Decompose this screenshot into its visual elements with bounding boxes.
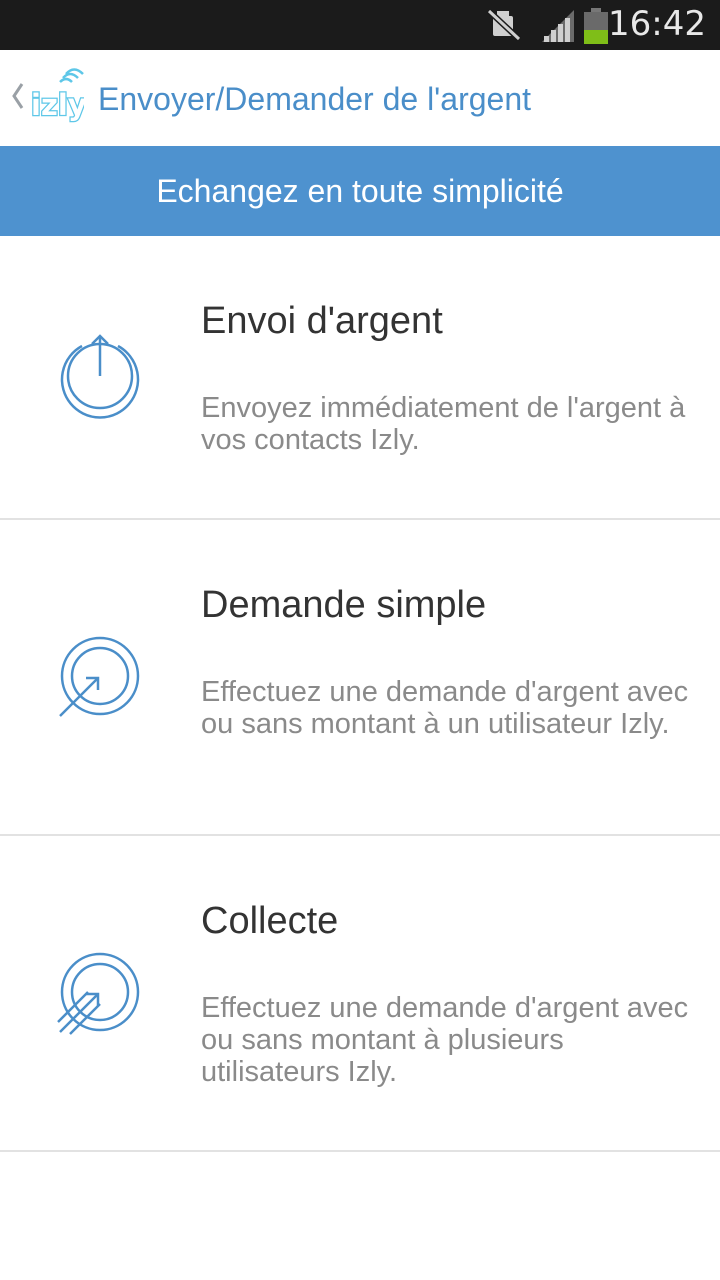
mute-icon: [486, 8, 522, 42]
request-money-icon: [59, 636, 140, 717]
battery-icon: [584, 8, 608, 44]
logo-text: izly: [31, 88, 84, 122]
option-title: Envoi d'argent: [201, 300, 443, 342]
option-collect[interactable]: Collecte Effectuez une demande d'argent …: [0, 836, 720, 1152]
divider: [0, 1150, 720, 1152]
banner: Echangez en toute simplicité: [0, 146, 720, 236]
option-send-money[interactable]: Envoi d'argent Envoyez immédiatement de …: [0, 236, 720, 552]
collect-money-icon: [57, 952, 140, 1035]
page-title: Envoyer/Demander de l'argent: [98, 81, 532, 117]
status-time: 16:42: [608, 4, 706, 44]
izly-logo-icon[interactable]: izly: [30, 68, 84, 130]
app-bar: izly Envoyer/Demander de l'argent: [0, 50, 720, 146]
option-description: Effectuez une demande d'argent avec ou s…: [201, 992, 689, 1088]
signal-icon: [542, 10, 574, 42]
option-simple-request[interactable]: Demande simple Effectuez une demande d'a…: [0, 520, 720, 836]
send-money-icon: [60, 334, 140, 419]
option-description: Envoyez immédiatement de l'argent à vos …: [201, 392, 686, 456]
option-title: Demande simple: [201, 584, 487, 626]
option-description: Effectuez une demande d'argent avec ou s…: [201, 676, 689, 740]
back-chevron-icon[interactable]: [8, 78, 26, 114]
option-title: Collecte: [201, 900, 339, 942]
status-bar: 16:42: [0, 0, 720, 50]
